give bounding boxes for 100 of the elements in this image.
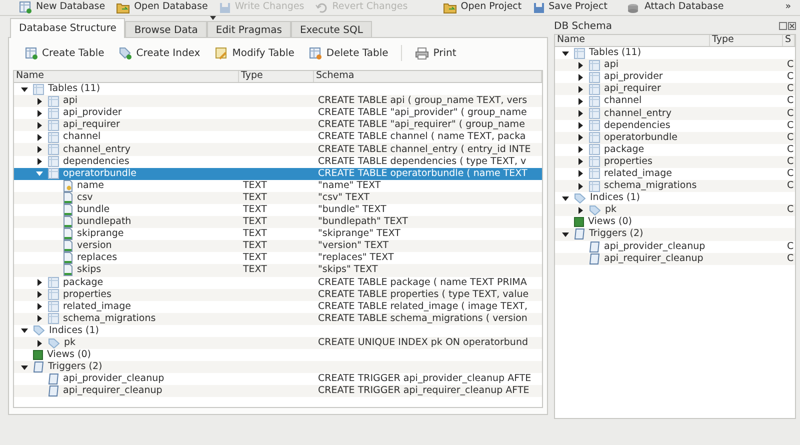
- expand-arrow-icon[interactable]: [576, 134, 584, 142]
- expand-arrow-icon[interactable]: [35, 339, 43, 348]
- tree-row[interactable]: Triggers (2): [14, 361, 542, 374]
- item-name: channel: [63, 131, 101, 144]
- expand-arrow-icon[interactable]: [576, 97, 584, 106]
- schema-text: CREATE TABLE package ( name TEXT PRIMA: [318, 276, 527, 288]
- collapse-arrow-icon[interactable]: [561, 230, 569, 238]
- expand-arrow-icon[interactable]: [35, 146, 43, 154]
- tree-row[interactable]: schema_migrations C: [555, 180, 795, 192]
- tree-row[interactable]: api C: [555, 59, 795, 72]
- toolbar-button[interactable]: Save Project: [528, 0, 612, 15]
- expand-arrow-icon[interactable]: [35, 302, 43, 311]
- toolbar-button[interactable]: Create Index: [113, 43, 206, 63]
- tree-row[interactable]: schema_migrations CREATE TABLE schema_migrations ( version: [14, 312, 542, 325]
- expand-arrow-icon[interactable]: [35, 158, 43, 166]
- collapse-arrow-icon[interactable]: [20, 363, 28, 372]
- close-icon[interactable]: [788, 22, 796, 30]
- column-header[interactable]: Type: [710, 35, 783, 46]
- expand-arrow-icon[interactable]: [576, 110, 584, 118]
- key-field-icon: [63, 180, 73, 192]
- tree-row[interactable]: api_requirer C: [555, 83, 795, 96]
- column-header[interactable]: Name: [555, 35, 710, 46]
- collapse-arrow-icon[interactable]: [561, 49, 569, 58]
- tab[interactable]: Browse Data: [125, 21, 207, 38]
- toolbar-button[interactable]: Open Project: [438, 0, 527, 15]
- collapse-arrow-icon[interactable]: [20, 85, 28, 94]
- collapse-arrow-icon[interactable]: [561, 194, 569, 202]
- toolbar-button[interactable]: »: [780, 0, 796, 15]
- table-icon: [48, 277, 59, 288]
- expand-arrow-icon[interactable]: [576, 206, 584, 214]
- expand-arrow-icon[interactable]: [35, 133, 43, 142]
- toolbar-button[interactable]: Delete Table: [303, 43, 394, 63]
- table-icon: [48, 132, 59, 143]
- tab[interactable]: Database Structure: [10, 18, 126, 38]
- collapse-arrow-icon[interactable]: [20, 326, 28, 335]
- expand-arrow-icon[interactable]: [576, 85, 584, 94]
- column-header[interactable]: Type: [239, 71, 314, 82]
- item-name: bundle: [77, 204, 110, 216]
- float-icon[interactable]: [779, 22, 787, 30]
- expand-arrow-icon[interactable]: [576, 122, 584, 130]
- table-icon: [48, 289, 59, 300]
- tree-row[interactable]: operatorbundle CREATE TABLE operatorbundle ( name TEXT: [14, 168, 542, 180]
- expand-arrow-icon[interactable]: [576, 158, 584, 166]
- schema-text: CREATE TABLE "api_requirer" ( group_name: [318, 119, 525, 130]
- column-header[interactable]: S: [783, 35, 795, 46]
- schema-text: C: [787, 144, 794, 155]
- toolbar-button[interactable]: Open Database: [111, 0, 213, 15]
- view-icon: [33, 350, 43, 360]
- tree-row[interactable]: channel_entry CREATE TABLE channel_entry ( entry_id INTE: [14, 143, 542, 156]
- table-icon: [589, 96, 600, 107]
- toolbar-button[interactable]: New Database: [14, 0, 110, 15]
- tree-row[interactable]: api CREATE TABLE api ( group_name TEXT, vers: [14, 95, 542, 108]
- tab[interactable]: Edit Pragmas: [206, 21, 291, 38]
- expand-arrow-icon[interactable]: [35, 121, 43, 130]
- tree-row[interactable]: properties CREATE TABLE properties ( type TEXT, value: [14, 288, 542, 301]
- expand-arrow-icon[interactable]: [35, 314, 43, 323]
- expand-arrow-icon[interactable]: [35, 109, 43, 118]
- table-icon: [589, 132, 600, 144]
- item-name: Views (0): [47, 349, 91, 362]
- tree-row[interactable]: api_requirer_cleanup C: [555, 252, 795, 265]
- toolbar-button[interactable]: Create Table: [19, 43, 110, 63]
- expand-arrow-icon[interactable]: [35, 97, 43, 106]
- item-name: Triggers (2): [48, 361, 102, 374]
- expand-arrow-icon[interactable]: [576, 61, 584, 70]
- tree-row[interactable]: version TEXT "version" TEXT: [14, 240, 542, 252]
- field-icon: [63, 264, 73, 276]
- item-name: channel_entry: [604, 108, 672, 120]
- tree-row[interactable]: skips TEXT "skips" TEXT: [14, 264, 542, 276]
- tab[interactable]: Execute SQL: [290, 21, 372, 38]
- tree-row[interactable]: bundlepath TEXT "bundlepath" TEXT: [14, 216, 542, 228]
- column-header[interactable]: Schema: [314, 71, 542, 82]
- schema-text: CREATE TRIGGER api_provider_cleanup AFTE: [318, 373, 532, 384]
- expand-arrow-icon[interactable]: [576, 170, 584, 178]
- toolbar-button[interactable]: Modify Table: [209, 43, 300, 63]
- tree-row[interactable]: properties C: [555, 156, 795, 168]
- tree-row[interactable]: operatorbundle C: [555, 132, 795, 144]
- tree-row[interactable]: channel_entry C: [555, 107, 795, 120]
- table-icon: [48, 168, 59, 180]
- tree-row[interactable]: api_requirer CREATE TABLE "api_requirer" ( group_name: [14, 119, 542, 132]
- expand-arrow-icon[interactable]: [576, 73, 584, 82]
- expand-arrow-icon[interactable]: [35, 278, 43, 287]
- item-name: operatorbundle: [63, 168, 136, 180]
- tree-row[interactable]: csv TEXT "csv" TEXT: [14, 192, 542, 204]
- column-type: TEXT: [243, 228, 267, 240]
- table-icon: [589, 60, 600, 71]
- item-name: skips: [77, 264, 102, 276]
- tree-row[interactable]: api_requirer_cleanup CREATE TRIGGER api_requirer_cleanup AFTE: [14, 385, 542, 398]
- item-name: properties: [604, 156, 652, 168]
- tree-row[interactable]: pk CREATE UNIQUE INDEX pk ON operatorbund: [14, 336, 542, 350]
- item-name: Views (0): [588, 216, 632, 228]
- tree-row[interactable]: Triggers (2): [555, 228, 795, 240]
- schema-text: "replaces" TEXT: [318, 252, 394, 264]
- toolbar-button[interactable]: Attach Database: [621, 0, 729, 15]
- expand-arrow-icon[interactable]: [35, 290, 43, 299]
- item-name: channel: [604, 95, 642, 108]
- expand-arrow-icon[interactable]: [576, 146, 584, 154]
- toolbar-button[interactable]: Print: [409, 43, 462, 63]
- column-header[interactable]: Name: [14, 71, 239, 82]
- expand-arrow-icon[interactable]: [576, 182, 584, 190]
- tree-row[interactable]: pk C: [555, 204, 795, 216]
